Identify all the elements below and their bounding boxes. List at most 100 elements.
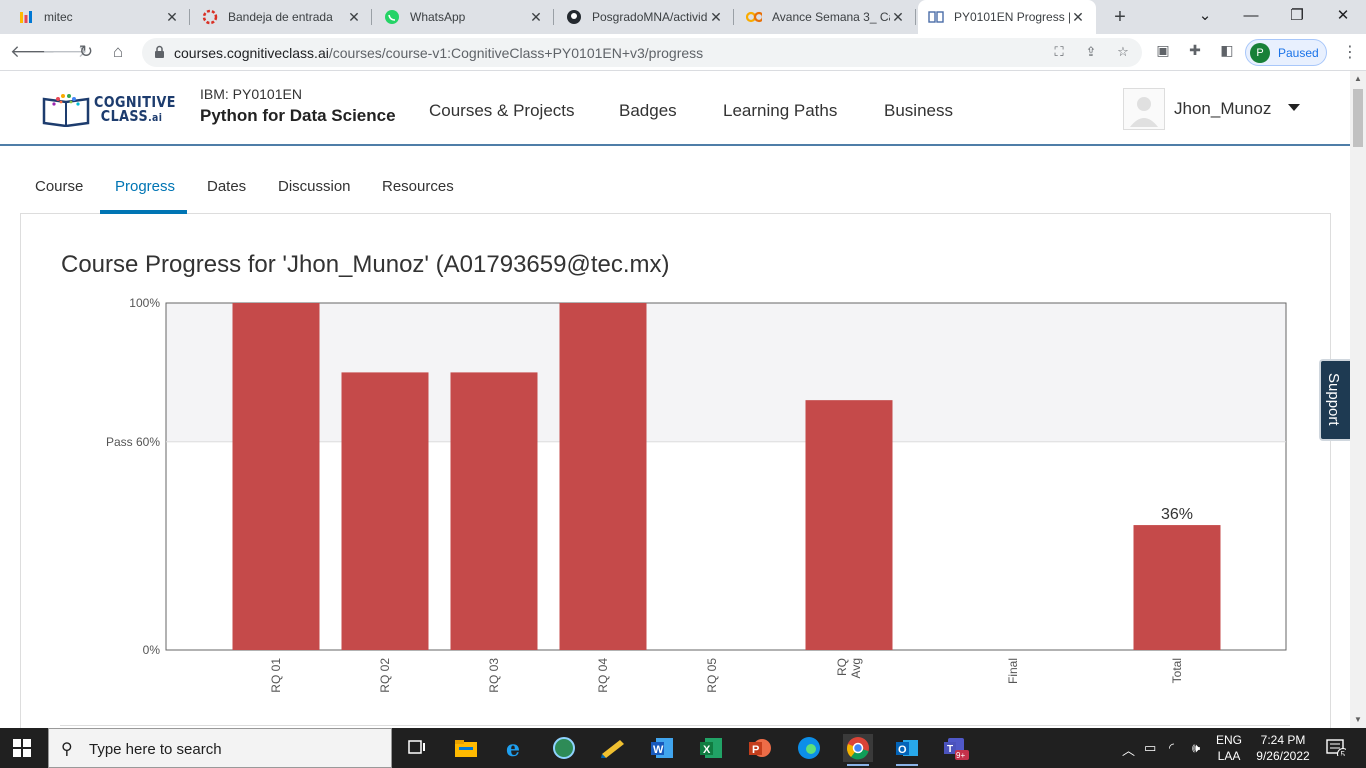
user-name[interactable]: Jhon_Munoz [1174, 99, 1271, 119]
course-code: IBM: PY0101EN [200, 86, 302, 102]
reload-icon[interactable]: ↻ [74, 40, 98, 64]
close-tab-icon[interactable]: ✕ [164, 9, 180, 26]
support-label: Support [1325, 373, 1342, 426]
tab-resources[interactable]: Resources [382, 178, 454, 195]
close-tab-icon[interactable]: ✕ [890, 9, 906, 26]
search-placeholder: Type here to search [89, 741, 222, 758]
bar[interactable] [232, 303, 320, 650]
browser-tab[interactable]: WhatsApp ✕ [374, 0, 554, 34]
wifi-icon[interactable]: ◜ [1169, 740, 1174, 756]
profile-button[interactable]: P Paused [1245, 39, 1327, 66]
profile-avatar: P [1250, 43, 1270, 63]
close-tab-icon[interactable]: ✕ [528, 9, 544, 26]
scroll-up-icon[interactable]: ▲ [1353, 74, 1363, 83]
search-icon: ⚲ [61, 741, 73, 758]
close-tab-icon[interactable]: ✕ [346, 9, 362, 26]
tab-discussion[interactable]: Discussion [278, 178, 351, 195]
divider [60, 725, 1290, 726]
tab-title: mitec [44, 10, 73, 24]
extension-app-icon[interactable]: ▣ [1153, 42, 1173, 62]
active-tab-indicator [100, 210, 187, 214]
x-tick-text: RQ 01 [269, 658, 283, 693]
powerpoint-icon[interactable]: P [745, 734, 775, 762]
excel-icon[interactable]: X [696, 734, 726, 762]
globe-app-icon[interactable] [549, 734, 579, 762]
profile-status: Paused [1278, 46, 1319, 60]
address-bar[interactable]: courses.cognitiveclass.ai/courses/course… [142, 38, 1142, 67]
language-indicator[interactable]: ENG LAA [1216, 732, 1242, 764]
browser-menu-icon[interactable]: ⋮ [1342, 42, 1358, 62]
logo-suffix: .ai [148, 111, 163, 124]
outlook-icon[interactable]: O [892, 734, 922, 766]
bar[interactable] [1133, 525, 1221, 650]
y-tick-label: Pass 60% [106, 435, 160, 449]
scrollbar-thumb[interactable] [1353, 89, 1363, 147]
x-tick-label: RQ 01 [269, 658, 283, 693]
clock-time: 7:24 PM [1260, 733, 1306, 747]
x-tick-label: RQ 04 [596, 658, 610, 693]
translate-icon[interactable]: ⛶ [1050, 44, 1068, 62]
forward-icon[interactable]: 🡒 [42, 40, 88, 64]
x-tick-text: RQ 05 [705, 658, 719, 693]
tab-dates[interactable]: Dates [207, 178, 246, 195]
user-menu-caret-icon[interactable] [1288, 104, 1300, 111]
course-name[interactable]: Python for Data Science [200, 106, 396, 126]
browser-tab[interactable]: mitec ✕ [8, 0, 190, 34]
user-avatar[interactable] [1123, 88, 1165, 130]
tab-search-icon[interactable]: ⌄ [1182, 0, 1228, 34]
bar[interactable] [559, 303, 647, 650]
notification-count: 5 [1341, 750, 1346, 756]
nav-courses-projects[interactable]: Courses & Projects [429, 101, 575, 121]
minimize-button[interactable]: — [1228, 0, 1274, 34]
lock-icon[interactable] [154, 45, 165, 64]
bar[interactable] [341, 372, 429, 650]
chrome-icon[interactable] [843, 734, 873, 766]
tab-course[interactable]: Course [35, 178, 83, 195]
browser-tab[interactable]: Bandeja de entrada ✕ [192, 0, 372, 34]
browser-tab[interactable]: PosgradoMNA/activid ✕ [556, 0, 734, 34]
file-explorer-icon[interactable] [451, 734, 481, 762]
home-icon[interactable]: ⌂ [106, 40, 130, 64]
new-tab-button[interactable]: + [1108, 5, 1132, 29]
pass-band [166, 303, 1286, 443]
side-panel-icon[interactable]: ◧ [1217, 42, 1237, 62]
internet-explorer-icon[interactable]: e [500, 734, 530, 762]
share-icon[interactable]: ⇪ [1082, 44, 1100, 62]
close-tab-icon[interactable]: ✕ [1070, 9, 1086, 26]
note-app-icon[interactable] [598, 734, 628, 762]
x-tick-label: RQ 02 [378, 658, 392, 693]
support-button[interactable]: Support [1319, 359, 1350, 441]
teams-icon[interactable]: T 9+ [941, 734, 971, 762]
windows-start-icon[interactable] [13, 739, 31, 757]
bookmark-star-icon[interactable]: ☆ [1114, 44, 1132, 62]
restore-button[interactable]: ❐ [1274, 0, 1320, 34]
edge-icon[interactable] [794, 734, 824, 762]
page-scrollbar[interactable]: ▲ ▼ [1350, 71, 1366, 728]
tab-title: WhatsApp [410, 10, 466, 24]
bar[interactable] [450, 372, 538, 650]
word-icon[interactable]: W [647, 734, 677, 762]
close-window-button[interactable]: ✕ [1320, 0, 1366, 34]
svg-text:X: X [703, 744, 711, 756]
task-view-icon[interactable] [402, 734, 432, 762]
scroll-down-icon[interactable]: ▼ [1353, 715, 1363, 724]
notification-center-icon[interactable]: 5 [1326, 738, 1346, 756]
x-tick-label: Total [1170, 658, 1184, 683]
taskbar-clock[interactable]: 7:24 PM 9/26/2022 [1248, 732, 1318, 764]
nav-learning-paths[interactable]: Learning Paths [723, 101, 837, 121]
nav-badges[interactable]: Badges [619, 101, 677, 121]
volume-icon[interactable]: 🕪 [1192, 740, 1200, 756]
browser-tab[interactable]: Avance Semana 3_ Ca ✕ [736, 0, 916, 34]
taskbar-search-box[interactable]: ⚲ Type here to search [48, 728, 392, 768]
cognitive-class-logo[interactable]: COGNITIVE CLASS.ai [42, 93, 182, 127]
browser-tab-active[interactable]: PY0101EN Progress | C ✕ [918, 0, 1096, 34]
battery-icon[interactable]: ▭ [1144, 740, 1156, 756]
tray-chevron-icon[interactable]: ︿ [1122, 740, 1135, 759]
close-tab-icon[interactable]: ✕ [708, 9, 724, 26]
logo-book-icon [42, 94, 90, 127]
tab-progress[interactable]: Progress [115, 178, 175, 195]
extensions-puzzle-icon[interactable]: ✚ [1185, 42, 1205, 62]
bar[interactable] [805, 400, 893, 650]
nav-business[interactable]: Business [884, 101, 953, 121]
back-icon[interactable]: 🡐 [10, 40, 56, 64]
